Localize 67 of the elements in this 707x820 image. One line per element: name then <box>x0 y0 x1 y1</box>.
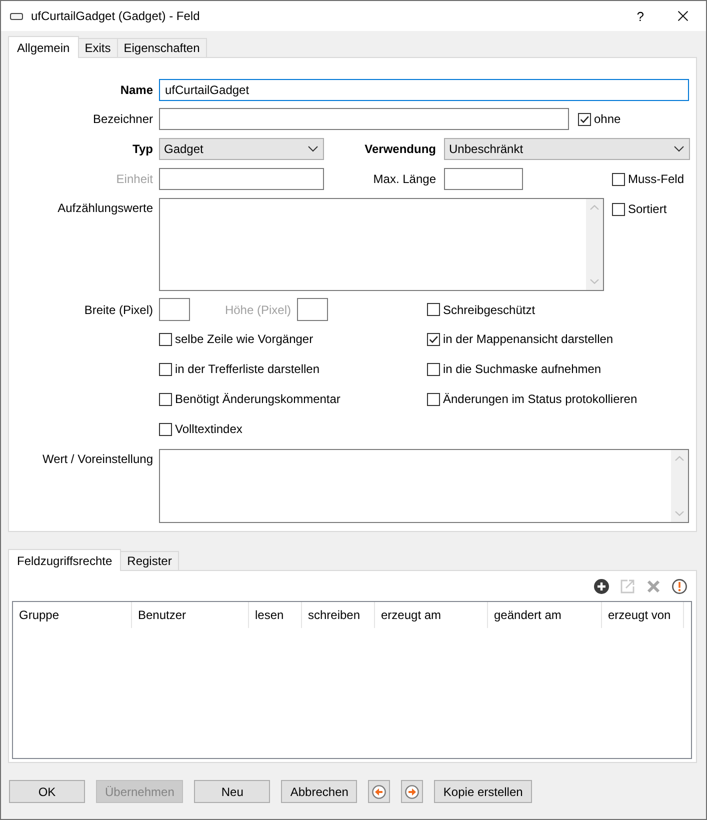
tab[interactable]: Feldzugriffsrechte <box>8 549 122 571</box>
checkbox[interactable] <box>427 332 440 346</box>
checkbox[interactable] <box>159 362 172 376</box>
checkbox-label[interactable]: selbe Zeile wie Vorgänger <box>175 332 314 346</box>
window-title: ufCurtailGadget (Gadget) - Feld <box>31 9 200 23</box>
next-button[interactable] <box>401 780 424 803</box>
checkbox-label[interactable]: Muss-Feld <box>628 172 684 186</box>
window-icon <box>10 12 23 20</box>
field-label: Max. Länge <box>373 172 436 186</box>
text-field[interactable] <box>297 298 328 321</box>
chevron-icon <box>674 146 684 152</box>
tab[interactable]: Allgemein <box>8 36 79 58</box>
checkbox-label[interactable]: Sortiert <box>628 202 667 216</box>
exclamation-icon[interactable] <box>672 579 687 594</box>
field-label: Typ <box>132 142 153 156</box>
checkbox[interactable] <box>427 303 440 316</box>
field-label: Name <box>120 83 153 97</box>
text-field[interactable] <box>444 168 523 190</box>
field-label: Wert / Voreinstellung <box>42 452 153 466</box>
tab[interactable]: Eigenschaften <box>116 38 207 57</box>
checkbox-label[interactable]: in der Mappenansicht darstellen <box>443 332 614 346</box>
column-header[interactable]: geändert am <box>488 602 602 628</box>
checkbox-label[interactable]: Volltextindex <box>175 422 242 436</box>
chevron-icon <box>308 146 318 152</box>
usage-dropdown[interactable]: Unbeschränkt <box>444 138 690 160</box>
column-header[interactable]: erzeugt am <box>375 602 488 628</box>
text-field[interactable] <box>159 108 569 130</box>
checkbox[interactable] <box>612 202 625 216</box>
tab[interactable]: Register <box>120 551 179 570</box>
field-label: Einheit <box>116 172 153 186</box>
checkbox[interactable] <box>612 172 625 186</box>
dialog-button[interactable]: Abbrechen <box>281 780 358 803</box>
field-label: Breite (Pixel) <box>84 302 153 316</box>
checkbox[interactable] <box>159 392 172 406</box>
checkbox[interactable] <box>427 362 440 376</box>
text-field[interactable] <box>159 168 324 190</box>
close-icon[interactable] <box>678 11 688 21</box>
checkbox-label[interactable]: Schreibgeschützt <box>443 302 536 316</box>
checkbox-label[interactable]: ohne <box>594 112 621 126</box>
default-value-field[interactable] <box>159 449 689 523</box>
plus-icon[interactable] <box>594 579 609 594</box>
field-label: Aufzählungswerte <box>58 201 153 215</box>
field-label: Höhe (Pixel) <box>224 302 291 316</box>
checkbox-label[interactable]: Benötigt Änderungskommentar <box>175 392 340 406</box>
field-label: Bezeichner <box>92 112 153 126</box>
column-header[interactable]: lesen <box>249 602 302 628</box>
dialog-button[interactable]: OK <box>9 780 85 803</box>
field-label: Verwendung <box>364 142 436 156</box>
checkbox[interactable] <box>578 112 591 126</box>
column-header[interactable]: Benutzer <box>132 602 249 628</box>
type-dropdown[interactable]: Gadget <box>159 138 324 160</box>
column-header[interactable]: erzeugt von <box>602 602 684 628</box>
checkbox[interactable] <box>159 332 172 346</box>
column-header[interactable]: Gruppe <box>13 602 132 628</box>
checkbox[interactable] <box>427 392 440 406</box>
help-button[interactable]: ? <box>636 8 644 24</box>
column-header[interactable]: schreiben <box>302 602 375 628</box>
dialog-button[interactable]: Neu <box>194 780 270 803</box>
checkbox[interactable] <box>159 422 172 436</box>
text-field[interactable] <box>159 298 190 321</box>
checkbox-label[interactable]: Änderungen im Status protokollieren <box>443 392 638 406</box>
checkbox-label[interactable]: in die Suchmaske aufnehmen <box>443 362 602 376</box>
enum-values-field[interactable] <box>159 198 604 291</box>
dialog-button[interactable]: Kopie erstellen <box>434 780 532 803</box>
name-field[interactable]: ufCurtailGadget <box>159 79 689 101</box>
checkbox-label[interactable]: in der Trefferliste darstellen <box>175 362 320 376</box>
previous-button[interactable] <box>368 780 390 803</box>
